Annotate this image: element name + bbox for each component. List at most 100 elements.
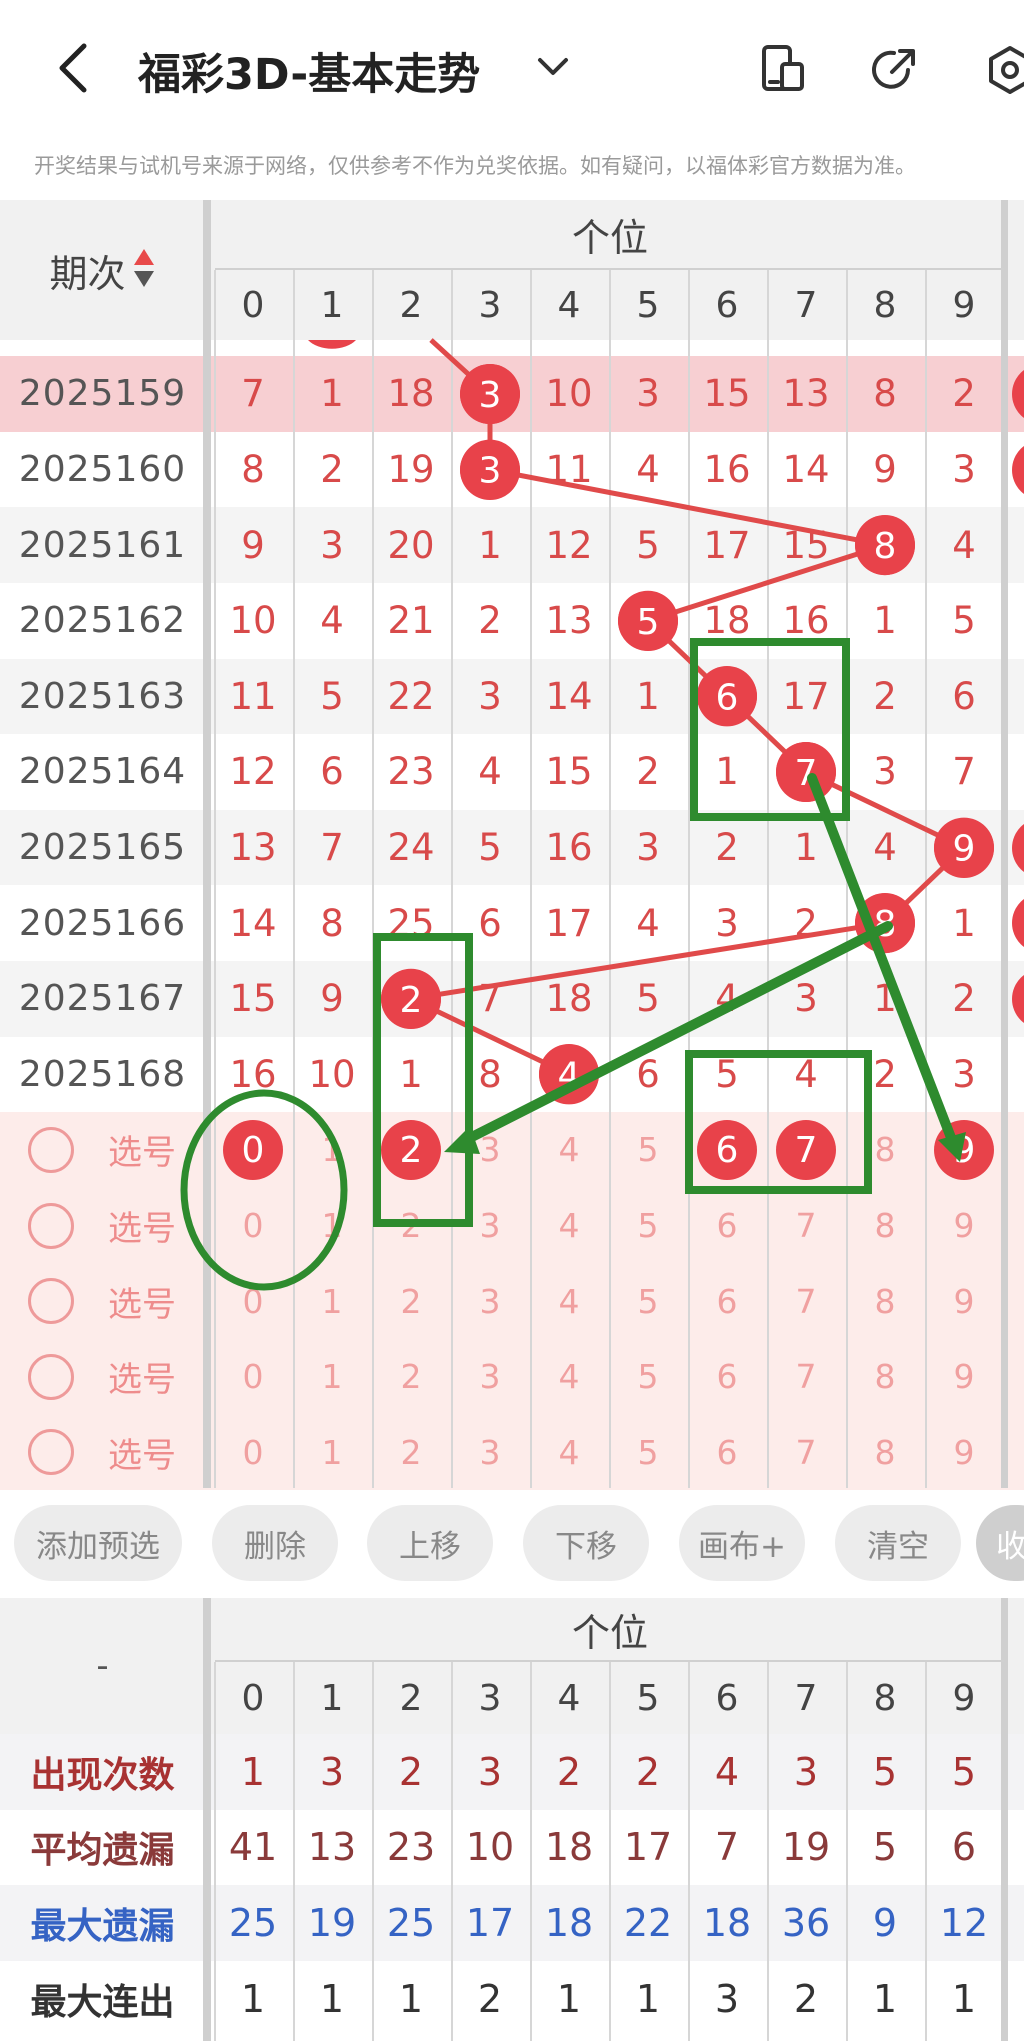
select-digit[interactable]: 0 bbox=[214, 1263, 293, 1339]
add-preselect-button[interactable]: 添加预选 bbox=[14, 1505, 182, 1581]
miss-count: 17 bbox=[703, 523, 751, 567]
miss-count: 19 bbox=[387, 448, 435, 492]
select-digit[interactable]: 3 bbox=[451, 1339, 530, 1415]
digit-header-2: 2 bbox=[399, 284, 423, 326]
select-digit[interactable]: 3 bbox=[451, 1263, 530, 1339]
stats-corner: - bbox=[96, 1646, 109, 1686]
select-radio[interactable] bbox=[28, 1202, 74, 1249]
select-digit[interactable]: 6 bbox=[688, 1263, 767, 1339]
select-digit[interactable]: 7 bbox=[767, 1415, 846, 1491]
select-digit[interactable]: 3 bbox=[451, 1188, 530, 1264]
select-digit[interactable]: 3 bbox=[451, 1415, 530, 1491]
collapse-button[interactable]: 收 bbox=[976, 1505, 1024, 1581]
selected-ball[interactable]: 9 bbox=[934, 1120, 994, 1180]
select-label[interactable]: 选号 bbox=[92, 1263, 192, 1339]
select-digit[interactable]: 2 bbox=[372, 1263, 451, 1339]
select-digit[interactable]: 7 bbox=[767, 1339, 846, 1415]
miss-count: 5 bbox=[636, 523, 660, 567]
selected-ball[interactable]: 6 bbox=[697, 1120, 757, 1180]
select-label[interactable]: 选号 bbox=[92, 1339, 192, 1415]
select-digit[interactable]: 0 bbox=[214, 1188, 293, 1264]
miss-count: 11 bbox=[545, 448, 593, 492]
settings-icon[interactable] bbox=[984, 44, 1024, 96]
select-digit[interactable]: 6 bbox=[688, 1339, 767, 1415]
select-radio[interactable] bbox=[28, 1278, 74, 1325]
grid-line bbox=[214, 270, 216, 1488]
selected-ball[interactable]: 2 bbox=[381, 1120, 441, 1180]
select-digit[interactable]: 9 bbox=[925, 1263, 1004, 1339]
select-radio[interactable] bbox=[28, 1127, 74, 1173]
header-line bbox=[215, 268, 1004, 270]
select-digit[interactable]: 0 bbox=[214, 1415, 293, 1491]
delete-button[interactable]: 删除 bbox=[212, 1505, 338, 1581]
select-digit[interactable]: 2 bbox=[372, 1188, 451, 1264]
select-digit[interactable]: 2 bbox=[372, 1339, 451, 1415]
select-digit[interactable]: 5 bbox=[609, 1339, 688, 1415]
miss-count: 1 bbox=[873, 977, 897, 1021]
stats-value: 4 bbox=[714, 1749, 740, 1794]
select-digit[interactable]: 1 bbox=[293, 1188, 372, 1264]
select-digit[interactable]: 9 bbox=[925, 1339, 1004, 1415]
stats-row-label: 出现次数 bbox=[30, 1754, 175, 1796]
select-digit[interactable]: 4 bbox=[530, 1339, 609, 1415]
select-digit[interactable]: 5 bbox=[609, 1112, 688, 1188]
select-digit[interactable]: 4 bbox=[530, 1188, 609, 1264]
select-digit[interactable]: 7 bbox=[767, 1188, 846, 1264]
select-digit[interactable]: 2 bbox=[372, 1415, 451, 1491]
select-digit[interactable]: 5 bbox=[609, 1188, 688, 1264]
sort-icon[interactable] bbox=[132, 247, 156, 293]
app-header: 福彩3D-基本走势 bbox=[0, 0, 1024, 135]
back-icon[interactable] bbox=[50, 38, 100, 98]
select-digit[interactable]: 3 bbox=[451, 1112, 530, 1188]
select-label[interactable]: 选号 bbox=[92, 1415, 192, 1491]
miss-count: 1 bbox=[715, 750, 739, 794]
stats-value: 1 bbox=[635, 1976, 661, 2021]
selected-ball[interactable]: 7 bbox=[776, 1120, 836, 1180]
stats-value: 1 bbox=[319, 1976, 345, 2021]
miss-count: 2 bbox=[715, 826, 739, 870]
select-digit[interactable]: 1 bbox=[293, 1415, 372, 1491]
select-digit[interactable]: 8 bbox=[846, 1339, 925, 1415]
select-digit[interactable]: 5 bbox=[609, 1263, 688, 1339]
clear-button[interactable]: 清空 bbox=[835, 1505, 961, 1581]
select-digit[interactable]: 7 bbox=[767, 1263, 846, 1339]
stats-frozen-divider bbox=[203, 1598, 211, 2041]
miss-count: 7 bbox=[952, 750, 976, 794]
canvas-plus-button[interactable]: 画布+ bbox=[679, 1505, 805, 1581]
stats-digit-header-9: 9 bbox=[952, 1677, 976, 1719]
select-digit[interactable]: 4 bbox=[530, 1263, 609, 1339]
miss-count: 17 bbox=[782, 674, 830, 718]
select-radio[interactable] bbox=[28, 1353, 74, 1400]
select-digit[interactable]: 8 bbox=[846, 1263, 925, 1339]
select-digit[interactable]: 9 bbox=[925, 1188, 1004, 1264]
device-icon[interactable] bbox=[758, 44, 808, 94]
select-label[interactable]: 选号 bbox=[92, 1188, 192, 1264]
issue-column-header[interactable]: 期次 bbox=[0, 200, 205, 340]
select-digit[interactable]: 8 bbox=[846, 1188, 925, 1264]
move-up-button[interactable]: 上移 bbox=[367, 1505, 493, 1581]
miss-count: 3 bbox=[636, 372, 660, 416]
select-digit[interactable]: 4 bbox=[530, 1112, 609, 1188]
move-down-button[interactable]: 下移 bbox=[523, 1505, 649, 1581]
selected-ball[interactable]: 0 bbox=[223, 1120, 283, 1180]
chevron-down-icon[interactable] bbox=[536, 52, 570, 82]
select-digit[interactable]: 6 bbox=[688, 1415, 767, 1491]
select-digit[interactable]: 9 bbox=[925, 1415, 1004, 1491]
select-label[interactable]: 选号 bbox=[92, 1112, 192, 1188]
stats-digit-header-0: 0 bbox=[241, 1677, 265, 1719]
select-digit[interactable]: 1 bbox=[293, 1339, 372, 1415]
select-digit[interactable]: 8 bbox=[846, 1415, 925, 1491]
share-icon[interactable] bbox=[868, 44, 920, 96]
select-digit[interactable]: 1 bbox=[293, 1112, 372, 1188]
select-digit[interactable]: 1 bbox=[293, 1263, 372, 1339]
miss-count: 8 bbox=[873, 372, 897, 416]
select-digit[interactable]: 6 bbox=[688, 1188, 767, 1264]
select-digit[interactable]: 4 bbox=[530, 1415, 609, 1491]
digit-header-9: 9 bbox=[952, 284, 976, 326]
select-digit[interactable]: 8 bbox=[846, 1112, 925, 1188]
miss-count: 3 bbox=[794, 977, 818, 1021]
page-title[interactable]: 福彩3D-基本走势 bbox=[138, 40, 480, 102]
select-digit[interactable]: 5 bbox=[609, 1415, 688, 1491]
stats-digit-header-8: 8 bbox=[873, 1677, 897, 1719]
select-digit[interactable]: 0 bbox=[214, 1339, 293, 1415]
